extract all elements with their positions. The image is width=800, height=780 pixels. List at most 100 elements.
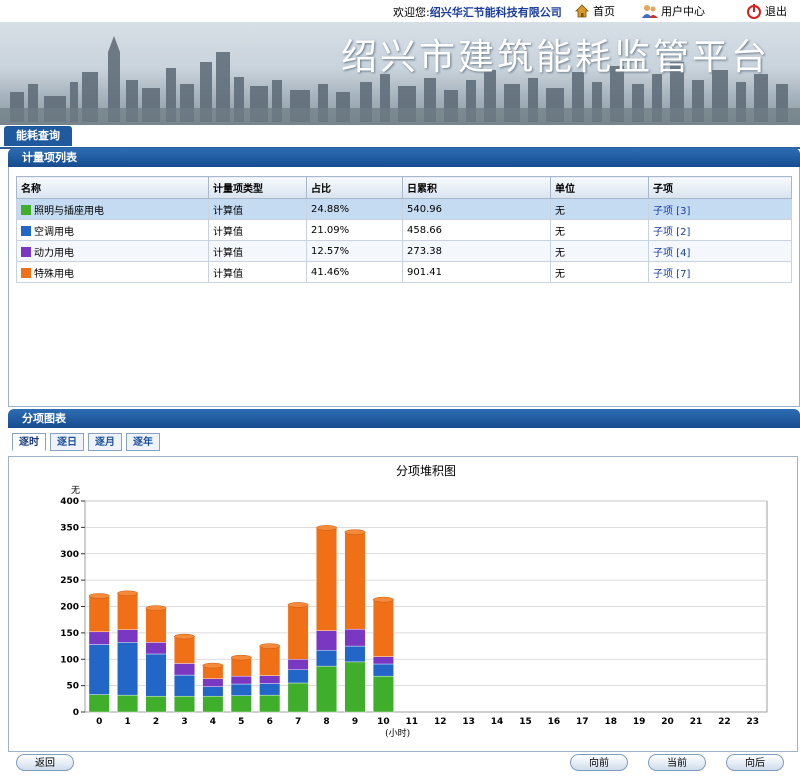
x-tick-label: 9 bbox=[352, 717, 358, 727]
tab-daily[interactable]: 逐日 bbox=[50, 433, 84, 451]
x-tick-label: 2 bbox=[153, 717, 159, 727]
x-tick-label: 8 bbox=[323, 717, 329, 727]
bar-segment bbox=[174, 695, 195, 713]
col-daily[interactable]: 日累积 bbox=[402, 176, 551, 199]
bar-segment bbox=[88, 595, 110, 633]
bar-segment bbox=[117, 642, 139, 696]
bar-segment bbox=[316, 527, 337, 631]
bar-segment bbox=[202, 678, 224, 687]
y-tick-label: 250 bbox=[60, 576, 79, 586]
col-ratio[interactable]: 占比 bbox=[306, 176, 403, 199]
bar-segment bbox=[88, 694, 110, 713]
current-button[interactable]: 当前 bbox=[648, 754, 706, 771]
bar-segment bbox=[372, 599, 394, 657]
sub-item-link[interactable]: 子项 [7] bbox=[653, 269, 690, 280]
name-cell: 空调用电 bbox=[16, 219, 209, 241]
bar-segment bbox=[372, 656, 394, 665]
bar-segment bbox=[88, 644, 110, 695]
bar-segment bbox=[145, 642, 167, 655]
bar-cap bbox=[117, 590, 139, 597]
daily-cell: 273.38 bbox=[402, 240, 551, 262]
col-name[interactable]: 名称 bbox=[16, 176, 209, 199]
bar-segment bbox=[372, 663, 394, 677]
col-type[interactable]: 计量项类型 bbox=[208, 176, 307, 199]
bar-segment bbox=[344, 645, 366, 663]
tab-energy-query[interactable]: 能耗查询 bbox=[4, 126, 72, 146]
x-tick-label: 12 bbox=[434, 717, 447, 727]
bar-segment bbox=[259, 645, 281, 676]
col-sub[interactable]: 子项 bbox=[648, 176, 792, 199]
metering-section-header: 计量项列表 bbox=[8, 148, 800, 167]
metering-table: 名称 计量项类型 占比 日累积 单位 子项 照明与插座用电 计算值 24.88%… bbox=[16, 176, 792, 283]
bar-segment bbox=[202, 695, 224, 713]
bar-segment bbox=[316, 630, 337, 651]
table-row[interactable]: 动力用电 计算值 12.57% 273.38 无 子项 [4] bbox=[16, 240, 792, 262]
ratio-cell: 41.46% bbox=[306, 261, 403, 283]
x-tick-label: 17 bbox=[576, 717, 589, 727]
table-header-row: 名称 计量项类型 占比 日累积 单位 子项 bbox=[16, 176, 792, 199]
x-tick-label: 6 bbox=[267, 717, 273, 727]
type-cell: 计算值 bbox=[208, 219, 307, 241]
bar-segment bbox=[287, 604, 309, 660]
tab-monthly[interactable]: 逐月 bbox=[88, 433, 122, 451]
table-row[interactable]: 特殊用电 计算值 41.46% 901.41 无 子项 [7] bbox=[16, 261, 792, 283]
x-tick-label: 1 bbox=[124, 717, 130, 727]
prev-button[interactable]: 向前 bbox=[570, 754, 628, 771]
bar-segment bbox=[287, 682, 309, 713]
banner: 绍兴市建筑能耗监管平台 bbox=[0, 22, 800, 125]
unit-cell: 无 bbox=[550, 198, 649, 220]
bar-segment bbox=[174, 663, 195, 676]
logout-link[interactable]: 退出 bbox=[746, 3, 787, 19]
sub-item-link[interactable]: 子项 [3] bbox=[653, 206, 690, 217]
bar-segment bbox=[344, 661, 366, 713]
row-name: 动力用电 bbox=[34, 247, 74, 259]
sub-cell: 子项 [2] bbox=[648, 219, 792, 241]
x-tick-label: 14 bbox=[491, 717, 504, 727]
bar-cap bbox=[173, 633, 195, 640]
bar-cap bbox=[145, 605, 167, 611]
back-button[interactable]: 返回 bbox=[16, 754, 74, 771]
home-icon bbox=[575, 4, 589, 18]
y-tick-label: 350 bbox=[60, 523, 79, 533]
x-tick-label: 16 bbox=[548, 717, 561, 727]
daily-cell: 458.66 bbox=[402, 219, 551, 241]
sub-cell: 子项 [7] bbox=[648, 261, 792, 283]
y-tick-label: 300 bbox=[60, 550, 79, 560]
x-tick-label: 22 bbox=[718, 717, 731, 727]
x-tick-label: 0 bbox=[96, 717, 102, 727]
user-center-link[interactable]: 用户中心 bbox=[642, 3, 705, 19]
bar-cap bbox=[287, 602, 309, 608]
table-row[interactable]: 照明与插座用电 计算值 24.88% 540.96 无 子项 [3] bbox=[16, 198, 792, 220]
bar-segment bbox=[202, 686, 224, 697]
x-tick-label: 3 bbox=[181, 717, 187, 727]
x-axis-label: (小时) bbox=[385, 727, 410, 739]
x-tick-label: 23 bbox=[747, 717, 760, 727]
next-button[interactable]: 向后 bbox=[726, 754, 784, 771]
bar-segment bbox=[145, 695, 167, 713]
bar-segment bbox=[230, 695, 252, 713]
unit-cell: 无 bbox=[550, 261, 649, 283]
chart-title: 分项堆积图 bbox=[396, 464, 456, 478]
company-name[interactable]: 绍兴华汇节能科技有限公司 bbox=[430, 6, 562, 19]
tab-yearly[interactable]: 逐年 bbox=[126, 433, 160, 451]
sub-item-link[interactable]: 子项 [2] bbox=[653, 227, 690, 238]
bar-segment bbox=[259, 683, 281, 696]
home-link[interactable]: 首页 bbox=[574, 3, 615, 19]
x-tick-label: 4 bbox=[210, 717, 216, 727]
col-unit[interactable]: 单位 bbox=[550, 176, 649, 199]
ratio-cell: 24.88% bbox=[306, 198, 403, 220]
power-icon bbox=[747, 4, 761, 19]
bar-cap bbox=[316, 525, 338, 531]
sub-item-link[interactable]: 子项 [4] bbox=[653, 248, 690, 259]
tab-hourly[interactable]: 逐时 bbox=[12, 433, 46, 451]
logout-label: 退出 bbox=[765, 5, 787, 18]
y-tick-label: 100 bbox=[60, 655, 79, 665]
welcome-text: 欢迎您:绍兴华汇节能科技有限公司 bbox=[393, 4, 562, 20]
bar-segment bbox=[316, 665, 337, 713]
table-row[interactable]: 空调用电 计算值 21.09% 458.66 无 子项 [2] bbox=[16, 219, 792, 241]
series-color-swatch bbox=[21, 225, 31, 236]
bar-cap bbox=[259, 643, 281, 649]
type-cell: 计算值 bbox=[208, 261, 307, 283]
ratio-cell: 21.09% bbox=[306, 219, 403, 241]
x-tick-label: 11 bbox=[406, 717, 419, 727]
